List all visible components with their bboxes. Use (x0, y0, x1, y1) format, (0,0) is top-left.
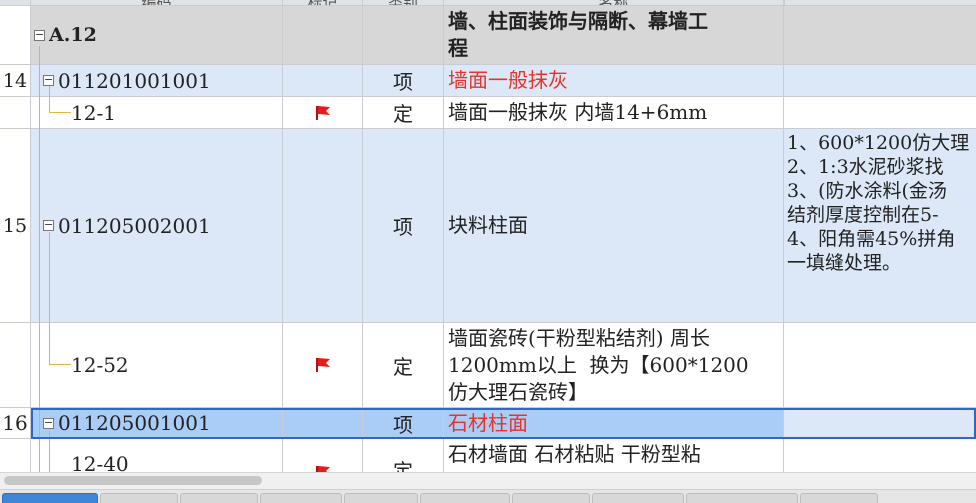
header-mark[interactable]: 标记 (283, 0, 363, 5)
header-category[interactable]: 类别 (363, 0, 444, 5)
item-code: 011205002001 (58, 213, 211, 238)
table-row[interactable]: 12-40 定 石材墙面 石材粘贴 干粉型粘 (0, 439, 976, 472)
name-line: 墙面瓷砖(干粉型粘结剂) 周长 (448, 325, 710, 350)
category-cell[interactable] (363, 6, 444, 64)
code-cell[interactable]: 12-40 (31, 439, 283, 472)
row-number: 14 (0, 65, 31, 96)
section-row[interactable]: − A.12 墙、柱面装饰与隔断、幕墙工 程 (0, 6, 976, 65)
name-line: 1200mm以上 换为【600*1200 (448, 352, 749, 377)
table-row[interactable]: 14 − 011201001001 项 墙面一般抹灰 (0, 65, 976, 97)
section-code: A.12 (49, 24, 97, 46)
name-cell[interactable]: 墙面一般抹灰 (444, 65, 784, 96)
code-cell[interactable]: − A.12 (31, 6, 283, 64)
section-name-line1: 墙、柱面装饰与隔断、幕墙工 (448, 9, 708, 33)
item-code: 011205001001 (58, 411, 211, 435)
table-row[interactable]: 12-52 定 墙面瓷砖(干粉型粘结剂) 周长 1200mm以上 换为【600*… (0, 323, 976, 408)
features-cell[interactable] (784, 439, 976, 472)
name-line: 仿大理石瓷砖】 (448, 379, 588, 404)
collapse-icon[interactable]: − (43, 74, 54, 86)
features-cell[interactable] (784, 6, 976, 64)
header-rownum (0, 0, 31, 5)
header-name[interactable]: 名称 (444, 0, 784, 5)
mark-cell[interactable] (283, 408, 363, 438)
red-flag-icon (315, 358, 330, 372)
tree-line (49, 364, 71, 365)
row-number (0, 97, 31, 128)
name-cell[interactable]: 墙面一般抹灰 内墙14+6mm (444, 97, 784, 128)
code-cell[interactable]: − 011205002001 (31, 129, 283, 322)
code-cell[interactable]: − 011205001001 (31, 408, 283, 438)
category-cell[interactable]: 定 (363, 439, 444, 472)
header-code[interactable]: 编码 (31, 0, 283, 5)
item-code: 011201001001 (58, 68, 211, 93)
features-cell[interactable] (784, 408, 976, 438)
name-cell[interactable]: 块料柱面 (444, 129, 784, 322)
code-cell[interactable]: 12-52 (31, 323, 283, 407)
row-number (0, 439, 31, 472)
table-row-selected[interactable]: 16 − 011205001001 项 石材柱面 (0, 408, 976, 439)
features-cell[interactable] (784, 323, 976, 407)
code-cell[interactable]: − 011201001001 (31, 65, 283, 96)
feature-line: 1、600*1200仿大理 (787, 132, 970, 154)
feature-line: 结剂厚度控制在5- (787, 204, 939, 226)
tree-line (49, 86, 50, 113)
collapse-icon[interactable]: − (34, 29, 45, 41)
row-number (0, 6, 31, 64)
category-cell[interactable]: 项 (363, 129, 444, 322)
name-cell[interactable]: 石材墙面 石材粘贴 干粉型粘 (444, 439, 784, 472)
row-number (0, 323, 31, 407)
mark-cell[interactable] (283, 323, 363, 407)
name-cell[interactable]: 墙面瓷砖(干粉型粘结剂) 周长 1200mm以上 换为【600*1200 仿大理… (444, 323, 784, 407)
bottom-tab-bar (0, 489, 976, 503)
quota-code: 12-40 (71, 452, 129, 472)
feature-line: 3、(防水涂料(金汤 (787, 180, 947, 202)
red-flag-icon (315, 105, 330, 120)
feature-line: 一填缝处理。 (787, 252, 902, 274)
name-cell[interactable]: 墙、柱面装饰与隔断、幕墙工 程 (444, 6, 784, 64)
tree-line (49, 232, 50, 365)
mark-cell[interactable] (283, 6, 363, 64)
bill-grid: 编码 标记 类别 名称 − A.12 墙、柱面装饰与隔断、幕墙工 程 14 − … (0, 0, 976, 472)
mark-cell[interactable] (283, 129, 363, 322)
category-cell[interactable]: 项 (363, 408, 444, 438)
collapse-icon[interactable]: − (43, 417, 54, 429)
mark-cell[interactable] (283, 65, 363, 96)
mark-cell[interactable] (283, 439, 363, 472)
feature-line: 2、1:3水泥砂浆找 (787, 156, 944, 178)
row-number: 15 (0, 129, 31, 322)
collapse-icon[interactable]: − (43, 219, 54, 231)
feature-line: 4、阳角需45%拼角 (787, 228, 956, 250)
category-cell[interactable]: 定 (363, 323, 444, 407)
quota-code: 12-1 (71, 100, 116, 125)
category-cell[interactable]: 定 (363, 97, 444, 128)
features-cell[interactable] (784, 65, 976, 96)
red-flag-icon (315, 466, 330, 472)
tree-line (49, 431, 50, 472)
category-cell[interactable]: 项 (363, 65, 444, 96)
tree-line (39, 46, 40, 472)
scrollbar-thumb[interactable] (4, 476, 262, 485)
features-cell[interactable]: 1、600*1200仿大理 2、1:3水泥砂浆找 3、(防水涂料(金汤 结剂厚度… (784, 129, 976, 322)
header-features[interactable] (784, 0, 976, 5)
horizontal-scrollbar[interactable] (0, 472, 976, 489)
quota-code: 12-52 (71, 353, 129, 377)
row-number: 16 (0, 408, 31, 438)
table-row[interactable]: 12-1 定 墙面一般抹灰 内墙14+6mm (0, 97, 976, 129)
features-cell[interactable] (784, 97, 976, 128)
section-name-line2: 程 (448, 36, 468, 60)
mark-cell[interactable] (283, 97, 363, 128)
name-cell[interactable]: 石材柱面 (444, 408, 784, 438)
table-row[interactable]: 15 − 011205002001 项 块料柱面 1、600*1200仿大理 2… (0, 129, 976, 323)
tree-line (49, 112, 71, 113)
